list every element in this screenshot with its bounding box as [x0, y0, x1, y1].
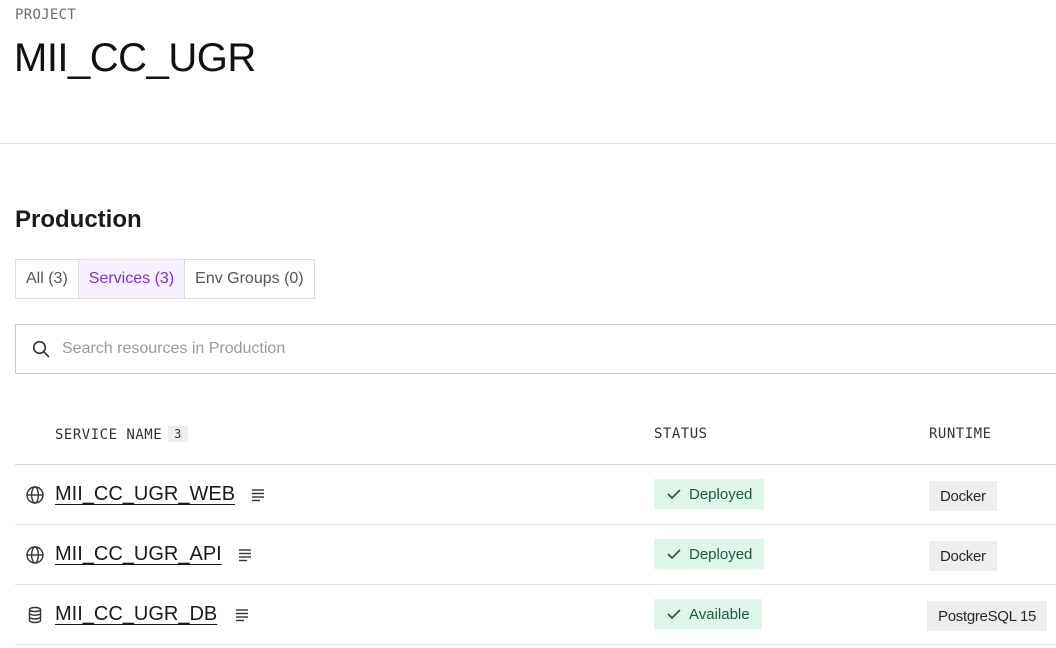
- check-icon: [667, 549, 681, 560]
- logs-icon[interactable]: [234, 607, 250, 623]
- search-bar[interactable]: [15, 324, 1056, 374]
- runtime-badge: Docker: [929, 541, 997, 571]
- page-title: MII_CC_UGR: [14, 36, 256, 80]
- table-header: SERVICE NAME 3 STATUS RUNTIME: [15, 404, 1056, 465]
- logs-icon[interactable]: [237, 547, 253, 563]
- table-row[interactable]: MII_CC_UGR_WEB Deployed Docker: [15, 465, 1056, 525]
- service-count-badge: 3: [168, 426, 188, 442]
- status-badge: Deployed: [654, 479, 765, 509]
- table-row[interactable]: MII_CC_UGR_DB Available PostgreSQL 15: [15, 585, 1056, 645]
- project-eyebrow: PROJECT: [15, 7, 77, 23]
- tab-env-groups[interactable]: Env Groups (0): [185, 260, 313, 298]
- check-icon: [667, 609, 681, 620]
- logs-icon[interactable]: [250, 487, 266, 503]
- status-badge: Deployed: [654, 539, 765, 569]
- runtime-badge: Docker: [929, 481, 997, 511]
- check-icon: [667, 489, 681, 500]
- service-name-link[interactable]: MII_CC_UGR_DB: [55, 603, 217, 626]
- search-icon: [32, 340, 50, 358]
- column-header-status[interactable]: STATUS: [654, 426, 708, 442]
- resource-tabs: All (3) Services (3) Env Groups (0): [15, 259, 315, 299]
- service-name-link[interactable]: MII_CC_UGR_WEB: [55, 483, 235, 506]
- status-badge: Available: [654, 599, 762, 629]
- globe-icon: [25, 485, 45, 505]
- column-header-runtime[interactable]: RUNTIME: [929, 426, 992, 442]
- search-input[interactable]: [62, 340, 962, 358]
- column-header-service-name[interactable]: SERVICE NAME 3: [55, 426, 188, 443]
- environment-title: Production: [15, 206, 142, 233]
- tab-services[interactable]: Services (3): [78, 260, 186, 298]
- runtime-badge: PostgreSQL 15: [927, 601, 1048, 631]
- header-divider: [0, 143, 1056, 144]
- tab-all[interactable]: All (3): [16, 260, 79, 298]
- service-name-link[interactable]: MII_CC_UGR_API: [55, 543, 222, 566]
- database-icon: [25, 605, 45, 625]
- globe-icon: [25, 545, 45, 565]
- table-row[interactable]: MII_CC_UGR_API Deployed Docker: [15, 525, 1056, 585]
